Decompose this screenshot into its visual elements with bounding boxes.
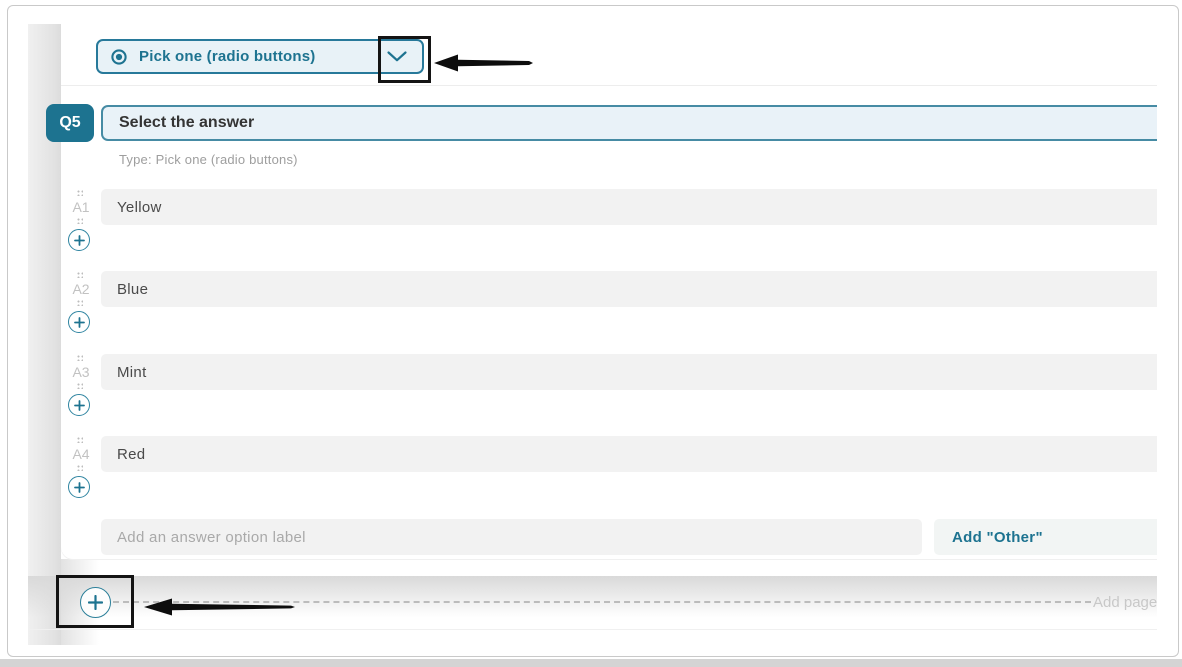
annotation-box-chevron (378, 36, 431, 83)
plus-icon (74, 317, 85, 328)
answer-id-label: A2 (67, 281, 95, 297)
answer-row: A3 (61, 354, 1157, 432)
answer-input[interactable] (101, 354, 1157, 390)
add-page-label-clip: Add page (1093, 594, 1157, 614)
answer-row: A2 (61, 271, 1157, 349)
answer-id-label: A1 (67, 199, 95, 215)
answer-row: A4 (61, 436, 1157, 514)
answer-input[interactable] (101, 436, 1157, 472)
page-card: Pick one (radio buttons) Type: Pick one … (61, 6, 1157, 559)
answer-id-label: A4 (67, 446, 95, 462)
drag-handle-icon[interactable] (76, 354, 83, 361)
drag-handle-icon[interactable] (76, 271, 83, 278)
screenshot-stage: Add page Pick one (radio buttons) Type: … (0, 0, 1182, 667)
insert-answer-button[interactable] (68, 476, 90, 498)
editor-frame: Add page Pick one (radio buttons) Type: … (7, 5, 1179, 657)
plus-icon (74, 482, 85, 493)
new-answer-input[interactable] (101, 519, 922, 555)
insert-answer-button[interactable] (68, 311, 90, 333)
drag-handle-icon[interactable] (76, 189, 83, 196)
drag-handle-icon[interactable] (76, 217, 83, 224)
answer-input[interactable] (101, 189, 1157, 225)
question-number-badge: Q5 (46, 104, 94, 142)
answer-id-label: A3 (67, 364, 95, 380)
insert-answer-button[interactable] (68, 229, 90, 251)
window-bottom-edge (0, 659, 1182, 667)
plus-icon (74, 400, 85, 411)
add-page-label: Add page (1093, 594, 1157, 611)
drag-handle-icon[interactable] (76, 436, 83, 443)
answer-row: A1 (61, 189, 1157, 267)
plus-icon (74, 235, 85, 246)
add-other-button[interactable]: Add "Other" (934, 519, 1157, 555)
question-type-caption: Type: Pick one (radio buttons) (119, 152, 298, 167)
drag-handle-icon[interactable] (76, 382, 83, 389)
insert-answer-button[interactable] (68, 394, 90, 416)
radio-selected-icon (110, 48, 128, 66)
question-type-label: Pick one (radio buttons) (139, 48, 315, 65)
annotation-arrow-left-icon (144, 597, 296, 617)
annotation-box-add-page (56, 575, 134, 628)
drag-handle-icon[interactable] (76, 299, 83, 306)
drag-handle-icon[interactable] (76, 464, 83, 471)
question-type-dropdown[interactable]: Pick one (radio buttons) (96, 39, 424, 74)
header-separator (61, 85, 1157, 86)
answer-input[interactable] (101, 271, 1157, 307)
annotation-arrow-left-icon (434, 53, 534, 73)
question-title-input[interactable] (101, 105, 1157, 141)
